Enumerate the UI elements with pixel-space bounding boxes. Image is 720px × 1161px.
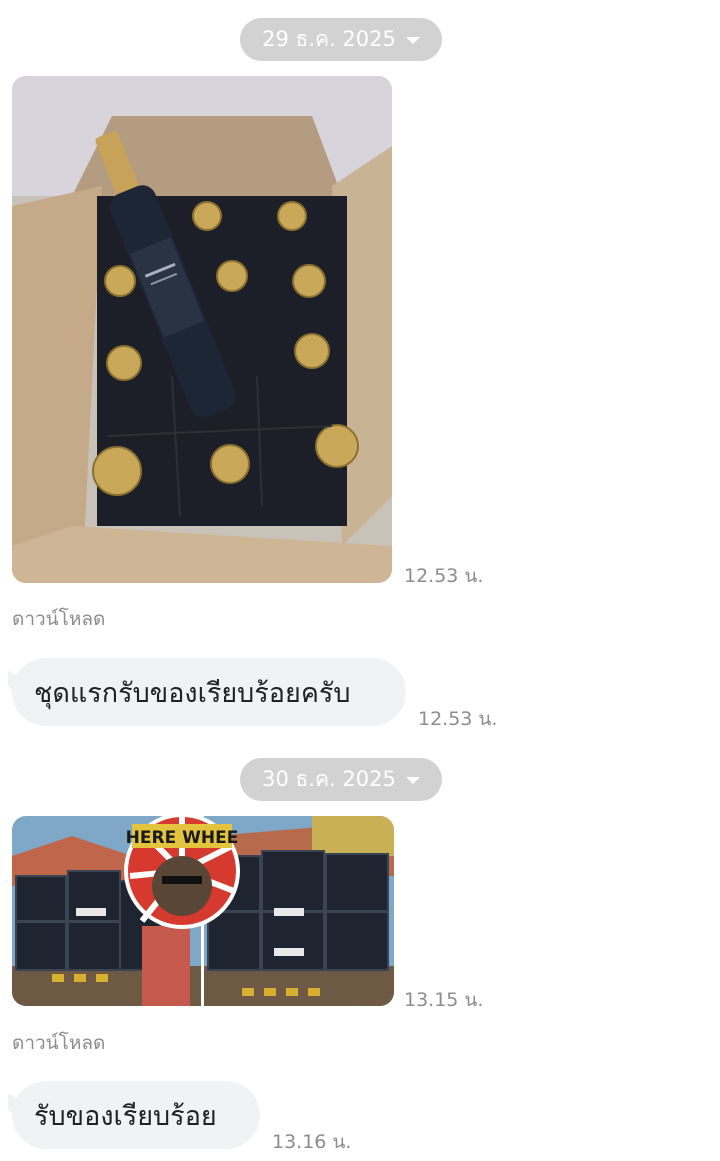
message-text: รับของเรียบร้อย [34, 1100, 217, 1132]
message-time: 12.53 น. [404, 565, 484, 587]
download-link[interactable]: ดาวน์โหลด [12, 604, 105, 634]
download-link[interactable]: ดาวน์โหลด [12, 1028, 105, 1058]
message-time: 13.16 น. [272, 1131, 352, 1153]
wine-box-photo[interactable] [12, 76, 392, 583]
message-bubble[interactable]: รับของเรียบร้อย [12, 1081, 260, 1149]
message-bubble[interactable]: ชุดแรกรับของเรียบร้อยครับ [12, 658, 406, 726]
chevron-down-icon [405, 777, 420, 784]
date-separator[interactable]: 29 ธ.ค. 2025 [240, 18, 442, 61]
stacked-boxes-photo[interactable]: HERE WHEE [12, 816, 394, 1006]
message-time: 12.53 น. [418, 708, 498, 730]
date-separator[interactable]: 30 ธ.ค. 2025 [240, 758, 442, 801]
date-label: 30 ธ.ค. 2025 [262, 767, 396, 791]
message-text: ชุดแรกรับของเรียบร้อยครับ [34, 677, 351, 709]
message-time: 13.15 น. [404, 989, 484, 1011]
chevron-down-icon [405, 37, 420, 44]
svg-text:HERE WHEE: HERE WHEE [126, 828, 239, 848]
date-label: 29 ธ.ค. 2025 [262, 27, 396, 51]
